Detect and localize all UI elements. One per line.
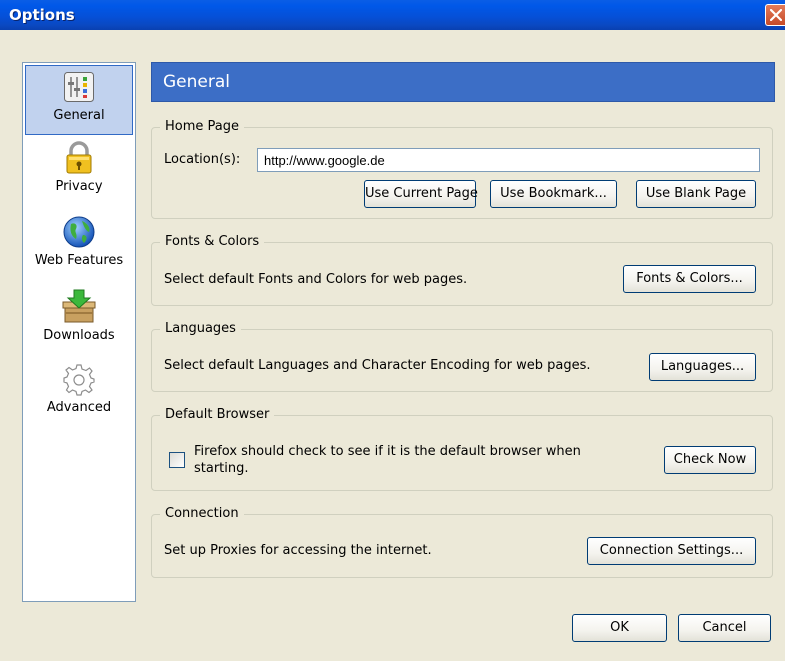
languages-button[interactable]: Languages... — [649, 353, 756, 381]
group-title: Fonts & Colors — [160, 234, 265, 250]
sidebar-item-label: Web Features — [34, 253, 124, 268]
lock-icon — [66, 141, 92, 174]
use-blank-page-button[interactable]: Use Blank Page — [636, 180, 756, 208]
homepage-location-input[interactable] — [257, 148, 760, 172]
group-title: Languages — [160, 321, 241, 337]
languages-description: Select default Languages and Character E… — [164, 358, 591, 373]
sidebar-item-web-features[interactable]: Web Features — [25, 215, 133, 281]
gear-icon — [63, 364, 95, 396]
use-current-page-button[interactable]: Use Current Page — [364, 180, 478, 208]
sidebar-item-label: Advanced — [46, 400, 112, 415]
options-dialog: Options General Privacy Web Features Dow… — [0, 0, 785, 661]
title-bar[interactable]: Options — [0, 0, 785, 30]
connection-settings-button[interactable]: Connection Settings... — [587, 537, 756, 565]
check-now-button[interactable]: Check Now — [664, 446, 756, 474]
group-title: Default Browser — [160, 407, 275, 423]
category-sidebar: General Privacy Web Features Downloads A… — [22, 62, 136, 602]
download-box-icon — [62, 289, 96, 323]
sidebar-item-label: General — [53, 108, 105, 123]
sidebar-item-label: Privacy — [55, 179, 103, 194]
close-icon — [770, 9, 782, 21]
globe-icon — [63, 216, 95, 248]
pane-title: General — [163, 72, 230, 92]
default-browser-check-label[interactable]: Firefox should check to see if it is the… — [194, 443, 614, 477]
group-title: Home Page — [160, 119, 244, 135]
fonts-colors-description: Select default Fonts and Colors for web … — [164, 272, 468, 287]
general-icon — [64, 72, 94, 102]
sidebar-item-advanced[interactable]: Advanced — [25, 363, 133, 429]
ok-button[interactable]: OK — [572, 614, 667, 642]
default-browser-checkbox[interactable] — [169, 452, 185, 468]
use-bookmark-button[interactable]: Use Bookmark... — [490, 180, 617, 208]
sidebar-item-downloads[interactable]: Downloads — [25, 289, 133, 355]
location-label: Location(s): — [164, 152, 241, 167]
group-title: Connection — [160, 506, 244, 522]
cancel-button[interactable]: Cancel — [678, 614, 771, 642]
close-button[interactable] — [765, 4, 785, 26]
sidebar-item-privacy[interactable]: Privacy — [25, 141, 133, 207]
connection-description: Set up Proxies for accessing the interne… — [164, 543, 432, 558]
fonts-colors-button[interactable]: Fonts & Colors... — [623, 265, 756, 293]
pane-header: General — [151, 62, 775, 102]
sidebar-item-general[interactable]: General — [25, 65, 133, 135]
window-title: Options — [9, 6, 75, 24]
sidebar-item-label: Downloads — [43, 328, 115, 343]
